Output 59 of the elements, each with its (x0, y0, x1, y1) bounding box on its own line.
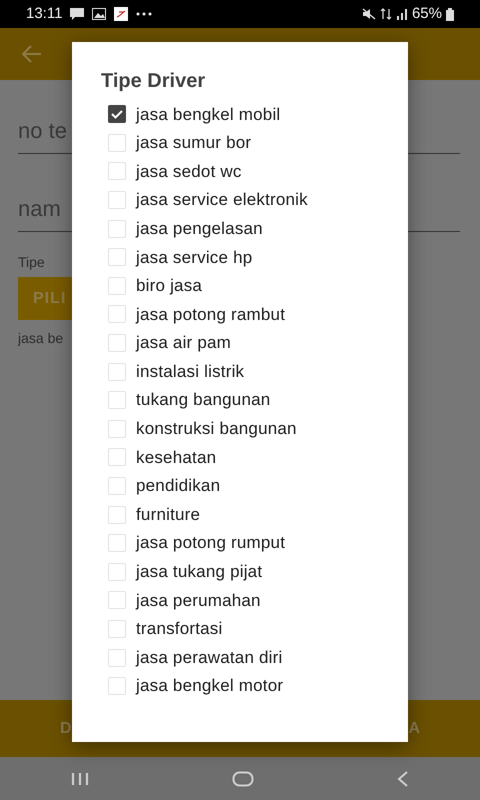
option-label[interactable]: konstruksi bangunan (136, 416, 297, 442)
option-label[interactable]: jasa perumahan (136, 588, 261, 614)
recent-apps-icon[interactable] (71, 772, 90, 786)
option-label[interactable]: jasa sumur bor (136, 130, 252, 156)
option-label[interactable]: tukang bangunan (136, 387, 270, 413)
checkbox[interactable] (108, 534, 126, 552)
message-icon (70, 8, 84, 20)
checkbox[interactable] (108, 506, 126, 524)
more-icon (136, 12, 152, 16)
checkbox[interactable] (108, 362, 126, 381)
checkbox[interactable] (108, 162, 126, 180)
signal-icon (396, 8, 408, 20)
option-label[interactable]: biro jasa (136, 273, 202, 299)
image-icon (92, 8, 106, 20)
dialog-title: Tipe Driver (101, 69, 206, 94)
checkbox[interactable] (108, 220, 126, 238)
home-icon[interactable] (232, 770, 254, 786)
option-label[interactable]: jasa sedot wc (136, 158, 242, 184)
data-icon (380, 8, 392, 20)
option-label[interactable]: furniture (136, 502, 200, 528)
selected-type-text: jasa be (18, 329, 64, 348)
option-label[interactable]: kesehatan (136, 444, 216, 470)
checkbox[interactable] (108, 562, 126, 581)
app-icon (114, 7, 128, 21)
checkbox[interactable] (108, 248, 126, 266)
type-label: Tipe (18, 253, 45, 272)
checkbox[interactable] (108, 648, 126, 667)
option-label[interactable]: jasa perawatan diri (136, 644, 282, 670)
option-label[interactable]: jasa tukang pijat (136, 559, 262, 585)
checkbox[interactable] (108, 448, 126, 466)
option-label[interactable]: jasa bengkel mobil (136, 102, 280, 128)
checkbox[interactable] (108, 420, 126, 438)
option-label[interactable]: pendidikan (136, 473, 220, 499)
option-label[interactable]: jasa potong rumput (136, 530, 286, 556)
checkbox[interactable] (108, 334, 126, 352)
checkbox[interactable] (108, 134, 126, 152)
checkbox[interactable] (108, 477, 126, 496)
option-label[interactable]: jasa bengkel motor (136, 673, 284, 699)
back-icon[interactable] (396, 770, 409, 786)
option-label[interactable]: transfortasi (136, 616, 222, 642)
option-label[interactable]: jasa air pam (136, 330, 231, 356)
checkbox[interactable] (108, 591, 126, 610)
checkbox[interactable] (108, 105, 126, 124)
option-label[interactable]: jasa pengelasan (136, 216, 263, 242)
battery-icon (446, 8, 454, 20)
status-time: 13:11 (26, 4, 62, 24)
checkbox[interactable] (108, 391, 126, 410)
checkbox[interactable] (108, 191, 126, 210)
checkbox[interactable] (108, 276, 126, 295)
back-arrow-icon[interactable] (22, 45, 42, 63)
option-label[interactable]: jasa service elektronik (136, 187, 308, 213)
checkbox[interactable] (108, 677, 126, 696)
checkbox[interactable] (108, 620, 126, 638)
option-label[interactable]: jasa service hp (136, 244, 252, 270)
option-label[interactable]: jasa potong rambut (136, 302, 286, 328)
battery-percent: 65% (412, 4, 442, 24)
option-label[interactable]: instalasi listrik (136, 358, 244, 384)
checkbox[interactable] (108, 305, 126, 324)
mute-icon (362, 8, 376, 20)
